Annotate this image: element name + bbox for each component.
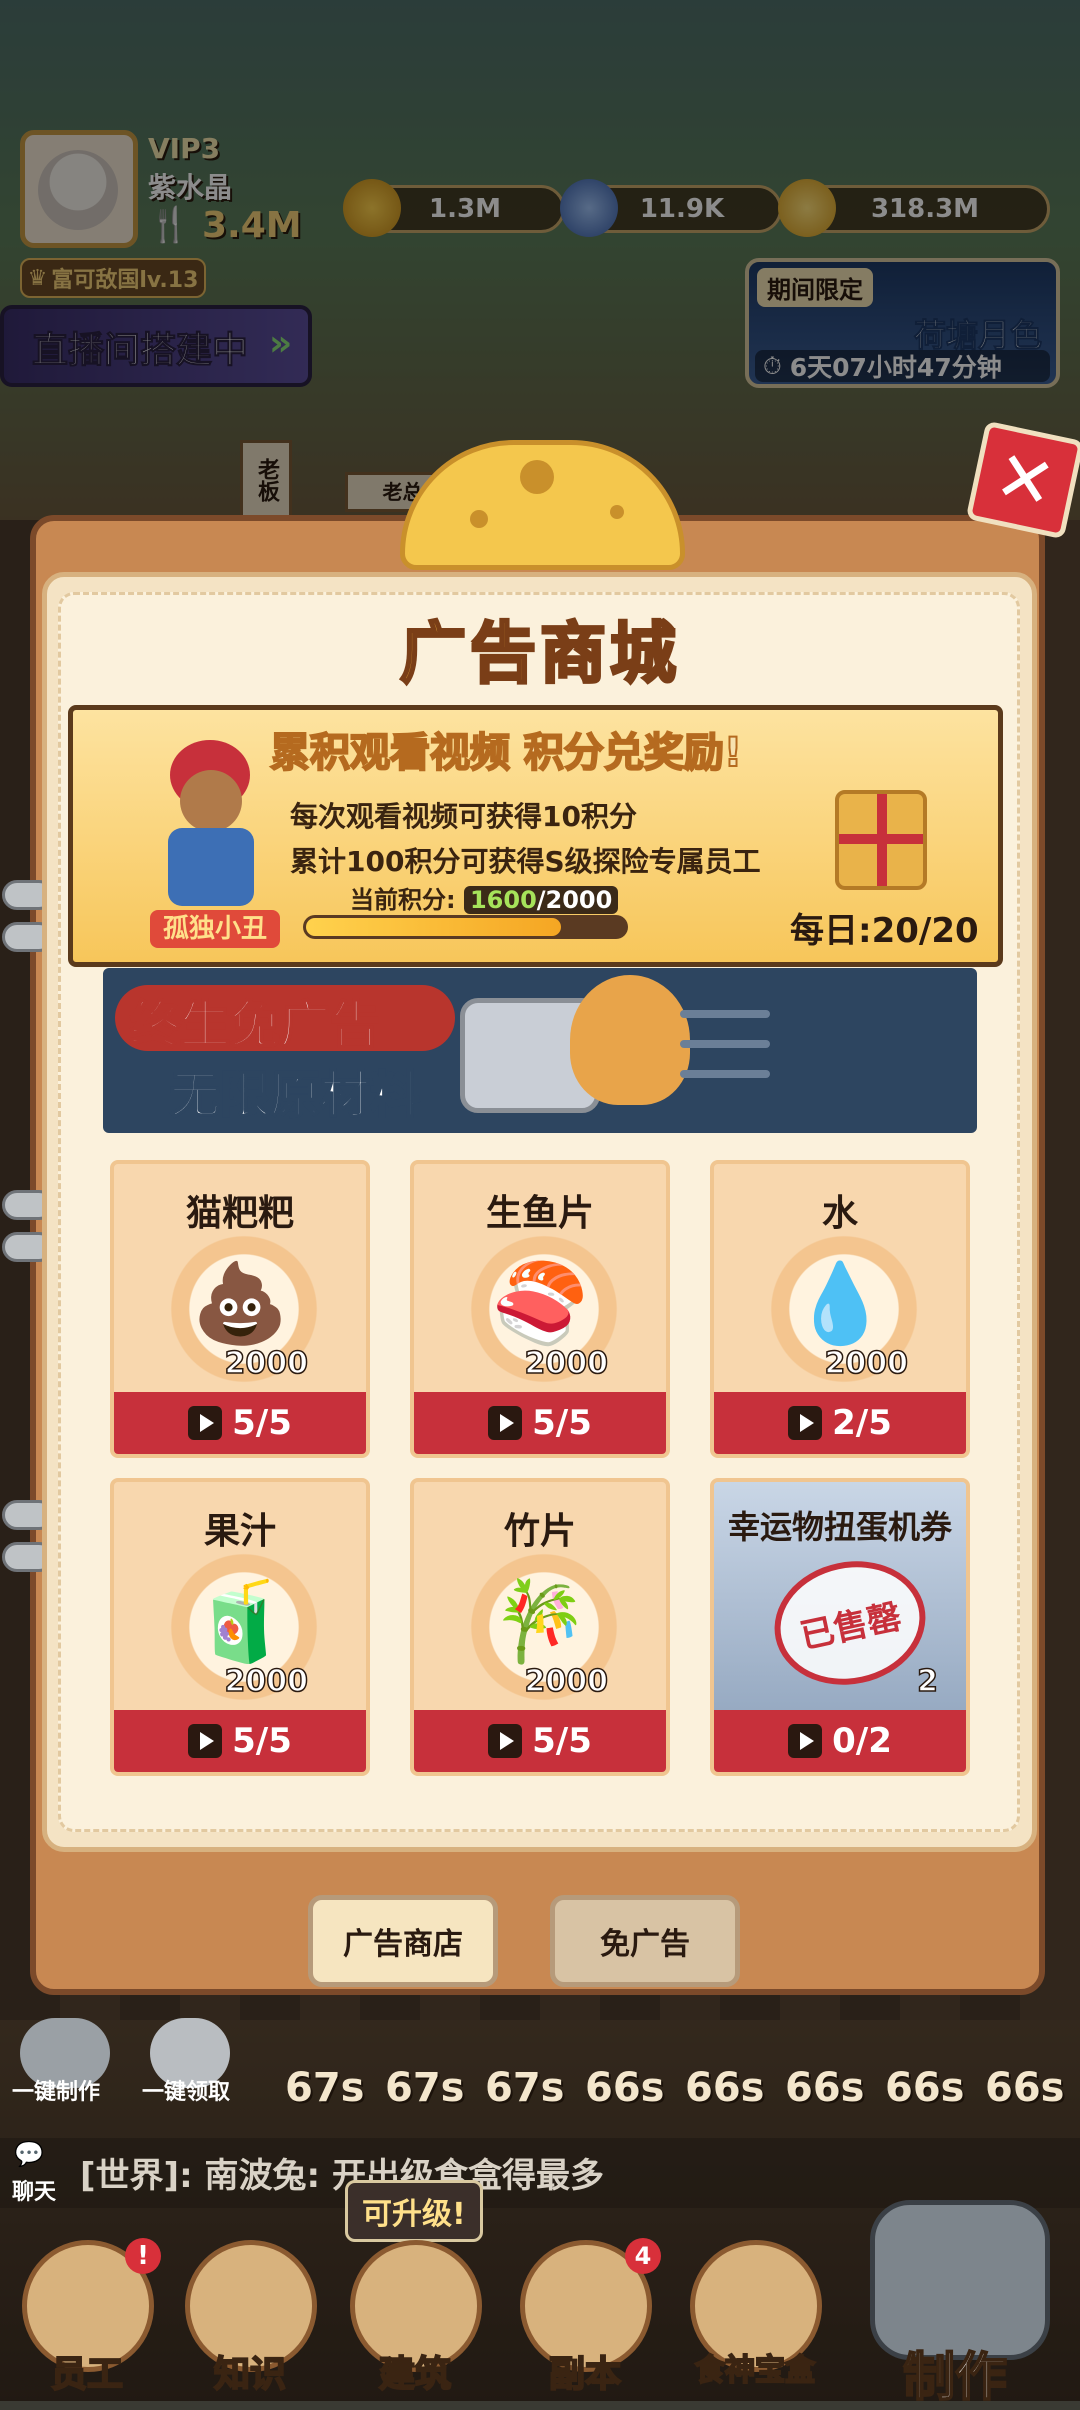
tab-ad-shop[interactable]: 广告商店 bbox=[308, 1895, 498, 1987]
nav-chef-box-label: 食神宝盒 bbox=[694, 2352, 816, 2389]
clown-mascot-icon bbox=[150, 740, 270, 910]
points-progress-fill bbox=[306, 918, 561, 936]
gift-box-icon bbox=[835, 790, 927, 890]
item-quantity: 2000 bbox=[824, 1345, 909, 1382]
nav-building-label: 建筑 bbox=[378, 2353, 452, 2396]
item-name: 竹片 bbox=[503, 1511, 576, 1552]
shop-item[interactable]: 生鱼片 🍣 2000 5/5 bbox=[410, 1160, 670, 1458]
watch-ad-button[interactable]: 5/5 bbox=[114, 1392, 366, 1454]
chat-label: 聊天 bbox=[12, 2180, 57, 2205]
item-name: 生鱼片 bbox=[485, 1193, 594, 1234]
cheese-hole bbox=[520, 460, 554, 494]
shop-title: 广告商城 bbox=[399, 614, 680, 694]
points-rule-1: 每次观看视频可获得10积分 bbox=[290, 800, 637, 833]
item-name: 幸运物扭蛋机券 bbox=[727, 1508, 952, 1546]
water-bottle-icon: 💧 bbox=[791, 1259, 889, 1349]
tab-no-ads[interactable]: 免广告 bbox=[550, 1895, 740, 1987]
shop-item[interactable]: 果汁 🧃 2000 5/5 bbox=[110, 1478, 370, 1776]
item-name: 果汁 bbox=[203, 1511, 276, 1552]
staff-alert-badge: ! bbox=[125, 2238, 161, 2274]
cook-timer: 66s bbox=[985, 2065, 1065, 2111]
speed-line bbox=[680, 1070, 770, 1078]
watch-count: 0/2 bbox=[832, 1721, 892, 1761]
watch-count: 2/5 bbox=[832, 1403, 892, 1443]
shop-item[interactable]: 猫粑粑 💩 2000 5/5 bbox=[110, 1160, 370, 1458]
item-name: 猫粑粑 bbox=[185, 1193, 294, 1234]
no-ads-line-1: 终生免广告 bbox=[129, 995, 381, 1055]
nav-staff-label: 员工 bbox=[50, 2353, 124, 2396]
play-icon bbox=[188, 1724, 223, 1758]
cook-timer: 67s bbox=[385, 2065, 465, 2111]
bamboo-icon: 🎋 bbox=[491, 1577, 589, 1667]
item-quantity: 2000 bbox=[224, 1663, 309, 1700]
cat-poop-icon: 💩 bbox=[191, 1259, 289, 1349]
nav-cook-label: 制作 bbox=[902, 2347, 1008, 2409]
mascot-label: 孤独小丑 bbox=[150, 910, 280, 948]
daily-count: 每日:20/20 bbox=[790, 911, 979, 951]
cook-timer: 66s bbox=[885, 2065, 965, 2111]
dungeon-count-badge: 4 bbox=[625, 2238, 661, 2274]
auto-collect-label: 一键领取 bbox=[142, 2080, 231, 2105]
play-icon bbox=[788, 1724, 823, 1758]
speed-line bbox=[680, 1010, 770, 1018]
current-points-label: 当前积分: bbox=[350, 886, 456, 914]
item-quantity: 2000 bbox=[524, 1663, 609, 1700]
cheese-hole bbox=[470, 510, 488, 528]
play-icon bbox=[788, 1406, 823, 1440]
world-chat-message: [世界]: 南波兔: 开出级食盒得最多 bbox=[80, 2156, 604, 2196]
current-points-total: /2000 bbox=[536, 886, 613, 914]
watch-count: 5/5 bbox=[232, 1721, 292, 1761]
cook-timer: 67s bbox=[485, 2065, 565, 2111]
points-heading: 累积观看视频 积分兑奖励! bbox=[269, 729, 743, 777]
item-quantity: 2 bbox=[916, 1663, 938, 1700]
play-icon bbox=[188, 1406, 223, 1440]
cook-timer: 67s bbox=[285, 2065, 365, 2111]
play-icon bbox=[488, 1724, 523, 1758]
juice-box-icon: 🧃 bbox=[191, 1577, 289, 1667]
cook-timer: 66s bbox=[685, 2065, 765, 2111]
play-icon bbox=[488, 1406, 523, 1440]
cook-timer: 66s bbox=[585, 2065, 665, 2111]
points-rule-2: 累计100积分可获得S级探险专属员工 bbox=[290, 845, 761, 878]
nav-knowledge-label: 知识 bbox=[213, 2353, 287, 2396]
close-icon[interactable]: ✕ bbox=[965, 420, 1080, 540]
watch-count: 5/5 bbox=[232, 1403, 292, 1443]
item-name: 水 bbox=[821, 1193, 858, 1234]
shop-item[interactable]: 竹片 🎋 2000 5/5 bbox=[410, 1478, 670, 1776]
watch-ad-button[interactable]: 0/2 bbox=[714, 1710, 966, 1772]
watch-ad-button[interactable]: 5/5 bbox=[414, 1392, 666, 1454]
cook-timer: 66s bbox=[785, 2065, 865, 2111]
shop-item[interactable]: 水 💧 2000 2/5 bbox=[710, 1160, 970, 1458]
watch-ad-button[interactable]: 5/5 bbox=[414, 1710, 666, 1772]
no-ads-line-2: 无限原材料 bbox=[169, 1065, 421, 1125]
current-points: 当前积分: 1600/2000 bbox=[350, 880, 619, 915]
watch-count: 5/5 bbox=[532, 1403, 592, 1443]
upgrade-tooltip: 可升级! bbox=[345, 2180, 483, 2242]
item-quantity: 2000 bbox=[224, 1345, 309, 1382]
chat-bubble-icon[interactable]: 💬 bbox=[14, 2140, 44, 2168]
salmon-slice-icon: 🍣 bbox=[491, 1259, 589, 1349]
speed-line bbox=[680, 1040, 770, 1048]
cheese-hole bbox=[610, 505, 624, 519]
nav-dungeon-label: 副本 bbox=[548, 2353, 622, 2396]
watch-count: 5/5 bbox=[532, 1721, 592, 1761]
shiba-mascot-icon bbox=[570, 975, 690, 1105]
item-quantity: 2000 bbox=[524, 1345, 609, 1382]
shop-item-sold-out[interactable]: 幸运物扭蛋机券 已售罄 2 0/2 bbox=[710, 1478, 970, 1776]
auto-make-label: 一键制作 bbox=[12, 2080, 101, 2105]
current-points-value: 1600 bbox=[469, 886, 537, 914]
watch-ad-button[interactable]: 2/5 bbox=[714, 1392, 966, 1454]
watch-ad-button[interactable]: 5/5 bbox=[114, 1710, 366, 1772]
